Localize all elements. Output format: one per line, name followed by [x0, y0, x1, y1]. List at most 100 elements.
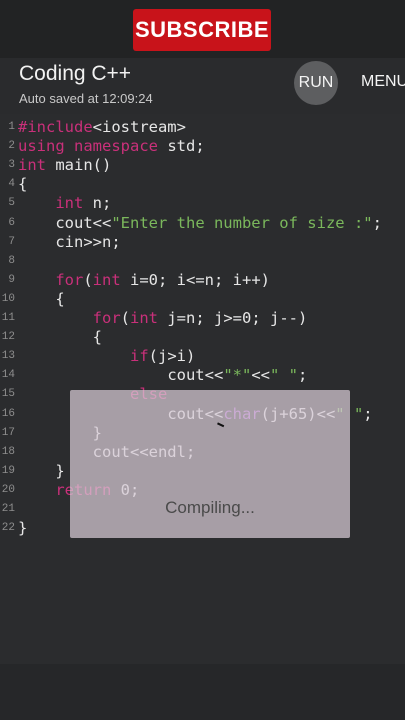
line-number: 2	[8, 140, 15, 153]
code-token: cout<<	[167, 366, 224, 385]
code-line[interactable]: 12 {	[0, 328, 405, 347]
code-token: int	[55, 194, 84, 213]
code-line[interactable]: 11 for(int j=n; j>=0; j--)	[0, 309, 405, 328]
code-token: for	[55, 270, 84, 289]
compiling-message: Compiling...	[165, 498, 255, 517]
line-number: 20	[1, 483, 15, 496]
code-token: {	[92, 328, 102, 347]
code-token: namespace	[74, 137, 159, 156]
line-number: 3	[8, 159, 15, 172]
code-token: "*"	[223, 366, 252, 385]
autosave-status: Auto saved at 12:09:24	[19, 91, 153, 106]
code-text: for(int j=n; j>=0; j--)	[18, 309, 308, 328]
code-token: std;	[158, 137, 205, 156]
code-token: for	[92, 309, 121, 327]
code-token: int	[92, 270, 121, 289]
code-token: i=0; i<=n; i++)	[120, 270, 270, 289]
line-number: 11	[1, 312, 15, 324]
code-text: {	[18, 328, 102, 347]
code-token: ;	[372, 213, 382, 232]
code-text: int n;	[18, 194, 111, 213]
code-token: <iostream>	[92, 118, 186, 136]
line-number: 17	[1, 426, 15, 439]
code-text: }	[18, 461, 65, 481]
menu-button[interactable]: MENU	[361, 73, 405, 91]
line-number: 14	[1, 369, 15, 382]
line-number: 22	[1, 522, 15, 535]
code-token: if	[129, 347, 149, 366]
code-token: " "	[269, 366, 298, 385]
code-text: cin>>n;	[18, 232, 121, 252]
bottom-bar	[0, 664, 405, 720]
code-token: j=n; j>=0; j--)	[158, 309, 308, 327]
code-text: if(j>i)	[18, 347, 195, 366]
code-token: {	[55, 289, 65, 308]
code-token: #include	[18, 118, 93, 136]
line-number: 8	[8, 254, 15, 267]
line-number: 13	[1, 350, 15, 363]
code-token: int	[18, 156, 46, 175]
code-text: }	[18, 519, 27, 538]
code-line[interactable]: 5 int n;	[0, 194, 405, 213]
code-line[interactable]: 8	[0, 252, 405, 271]
code-line[interactable]: 2 using namespace std;	[0, 137, 405, 156]
code-text: cout<<"Enter the number of size :";	[18, 214, 382, 233]
code-editor[interactable]: 1 #include<iostream> 2 using namespace std;…	[0, 114, 405, 664]
app-title: Coding C++	[19, 62, 132, 85]
code-token: }	[55, 461, 65, 480]
line-number: 16	[1, 407, 15, 420]
subscribe-button[interactable]: SUBSCRIBE	[133, 9, 271, 51]
code-line[interactable]: 9 for(int i=0; i<=n; i++)	[0, 271, 405, 290]
code-line[interactable]: 14 cout<<"*"<<" ";	[0, 366, 405, 385]
code-token: main()	[46, 156, 112, 175]
line-number: 19	[1, 464, 15, 477]
line-number: 12	[1, 331, 15, 344]
code-line[interactable]: 1 #include<iostream>	[0, 118, 405, 137]
code-token: using	[18, 137, 65, 156]
code-token: {	[18, 175, 28, 194]
code-text: using namespace std;	[18, 137, 205, 156]
line-number: 15	[1, 388, 15, 401]
code-token: (j>i)	[148, 347, 196, 366]
run-button[interactable]: RUN	[294, 61, 338, 105]
code-line[interactable]: 4{	[0, 175, 405, 194]
code-line[interactable]: 7 cin>>n;	[0, 233, 405, 252]
code-token: cin>>n;	[55, 232, 121, 251]
line-number: 5	[8, 197, 15, 210]
code-text: int main()	[18, 156, 111, 175]
line-number: 9	[8, 273, 15, 286]
code-token: }	[18, 519, 28, 538]
code-text: {	[18, 289, 65, 309]
code-text: {	[18, 175, 27, 194]
code-line[interactable]: 6 cout<<"Enter the number of size :";	[0, 214, 405, 233]
code-token: n;	[83, 194, 112, 213]
code-token: int	[130, 309, 158, 327]
compiling-dialog: Compiling...	[70, 390, 350, 538]
line-number: 6	[8, 216, 15, 229]
code-token: ;	[363, 404, 373, 423]
line-number: 21	[1, 503, 15, 515]
code-line[interactable]: 3 int main()	[0, 156, 405, 175]
code-line[interactable]: 13 if(j>i)	[0, 347, 405, 366]
code-token: (	[120, 309, 130, 327]
code-token: cout<<	[55, 213, 112, 232]
line-number: 1	[8, 121, 15, 133]
code-token: "Enter the number of size :"	[111, 213, 373, 232]
code-line[interactable]: 10 {	[0, 290, 405, 309]
line-number: 10	[1, 292, 15, 305]
line-number: 18	[1, 445, 15, 458]
line-number: 4	[8, 178, 15, 191]
line-number: 7	[8, 235, 15, 248]
